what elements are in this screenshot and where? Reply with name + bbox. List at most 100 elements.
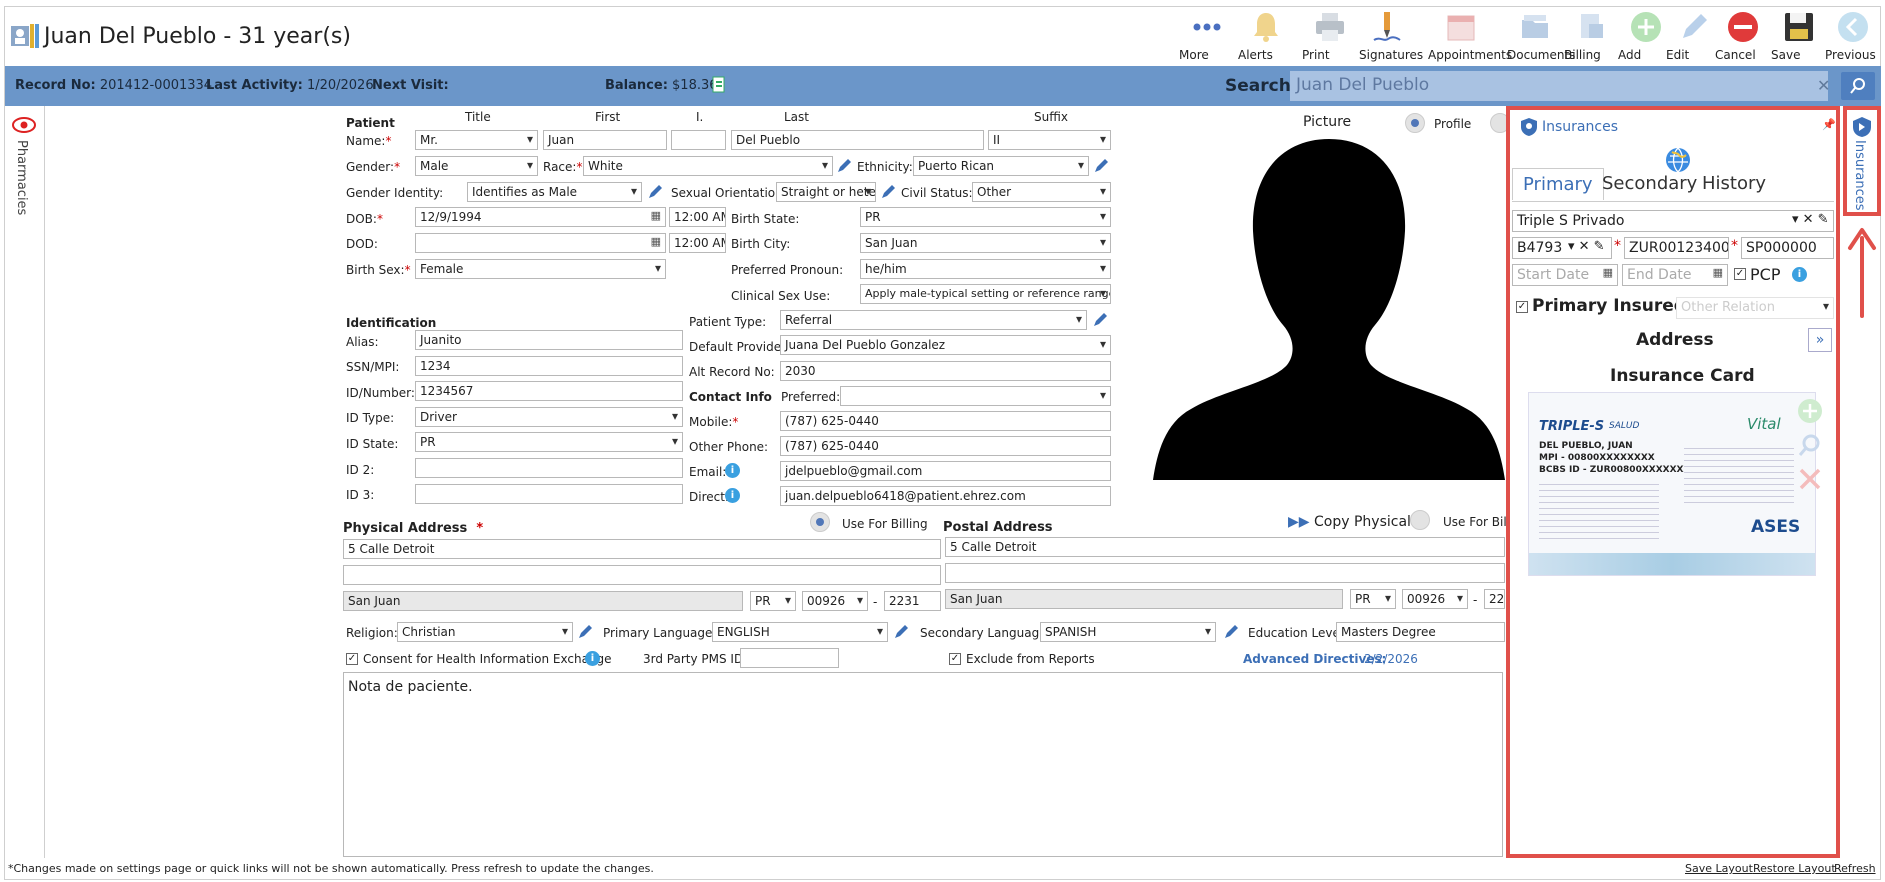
search-clear-icon[interactable]: ✕ xyxy=(1817,76,1830,95)
insurance-plan-select[interactable]: Triple S Privado xyxy=(1512,210,1834,232)
secondary-language-edit-icon[interactable] xyxy=(1223,624,1239,640)
gender-identity-select[interactable]: Identifies as Male xyxy=(467,182,642,202)
idtype-select[interactable]: Driver xyxy=(415,407,683,427)
direct-info-icon[interactable]: i xyxy=(725,488,740,503)
birth-sex-select[interactable]: Female xyxy=(415,259,666,279)
dob-time-input[interactable]: 12:00 AM xyxy=(669,207,726,227)
pin-icon[interactable]: 📌 xyxy=(1822,118,1836,131)
suffix-select[interactable]: II xyxy=(988,130,1111,150)
member-id-input[interactable]: ZUR001234000 xyxy=(1624,237,1729,259)
mobile-input[interactable]: (787) 625-0440 xyxy=(780,411,1111,431)
dod-input[interactable] xyxy=(415,233,666,253)
dob-input[interactable]: 12/9/1994 xyxy=(415,207,666,227)
print-button[interactable]: Print xyxy=(1302,8,1358,64)
birth-city-select[interactable]: San Juan xyxy=(860,233,1111,253)
postal-zip-ext-input[interactable]: 223 xyxy=(1484,589,1505,609)
physical-zip-ext-input[interactable]: 2231 xyxy=(884,591,941,611)
expand-address-button[interactable]: » xyxy=(1808,328,1832,352)
initial-input[interactable] xyxy=(671,130,726,150)
physical-line2-input[interactable] xyxy=(343,565,941,585)
alt-record-input[interactable]: 2030 xyxy=(780,361,1111,381)
profile-silhouette-image[interactable] xyxy=(1153,137,1505,480)
physical-city-input[interactable]: San Juan xyxy=(343,591,743,611)
billing-button[interactable]: Billing xyxy=(1564,8,1620,64)
primary-language-edit-icon[interactable] xyxy=(893,624,909,640)
profile-radio[interactable] xyxy=(1405,113,1425,133)
edit-button[interactable]: Edit xyxy=(1666,8,1722,64)
email-input[interactable]: jdelpueblo@gmail.com xyxy=(780,461,1111,481)
pcp-info-icon[interactable]: i xyxy=(1792,267,1807,282)
code-actions-icon[interactable]: ▾ ✕ ✎ xyxy=(1568,239,1605,254)
secondary-language-select[interactable]: SPANISH xyxy=(1040,622,1216,642)
save-layout-link[interactable]: Save Layout xyxy=(1685,862,1753,875)
email-info-icon[interactable]: i xyxy=(725,463,740,478)
pms-input[interactable] xyxy=(740,648,839,668)
other-relation-select[interactable]: Other Relation xyxy=(1676,297,1834,319)
postal-use-billing-radio[interactable] xyxy=(1410,510,1430,530)
end-date-input[interactable]: End Date xyxy=(1622,264,1728,286)
gender-identity-edit-icon[interactable] xyxy=(647,184,663,200)
idstate-select[interactable]: PR xyxy=(415,432,683,452)
exclude-checkbox[interactable]: ✓ xyxy=(949,653,961,665)
civil-status-select[interactable]: Other xyxy=(972,182,1111,202)
alerts-button[interactable]: Alerts xyxy=(1238,8,1294,64)
religion-edit-icon[interactable] xyxy=(577,624,593,640)
cancel-button[interactable]: Cancel xyxy=(1715,8,1771,64)
other-phone-input[interactable]: (787) 625-0440 xyxy=(780,436,1111,456)
group-input[interactable]: SP000000 xyxy=(1741,237,1834,259)
ethnicity-select[interactable]: Puerto Rican xyxy=(913,156,1089,176)
preferred-select[interactable] xyxy=(840,386,1111,406)
refresh-link[interactable]: Refresh xyxy=(1834,862,1876,875)
pronoun-select[interactable]: he/him xyxy=(860,259,1111,279)
provider-select[interactable]: Juana Del Pueblo Gonzalez xyxy=(780,335,1111,355)
postal-line2-input[interactable] xyxy=(945,563,1505,583)
last-name-input[interactable]: Del Pueblo xyxy=(731,130,984,150)
restore-layout-link[interactable]: Restore Layout xyxy=(1753,862,1836,875)
tab-secondary[interactable]: Secondary xyxy=(1592,168,1707,199)
title-select[interactable]: Mr. xyxy=(415,130,538,150)
orientation-select[interactable]: Straight or hete xyxy=(776,182,876,202)
gender-select[interactable]: Male xyxy=(415,156,538,176)
copy-physical-link[interactable]: ▶▶ Copy Physical xyxy=(1288,514,1411,530)
tab-history[interactable]: History xyxy=(1692,168,1776,199)
dod-time-input[interactable]: 12:00 AM xyxy=(669,233,726,253)
search-button[interactable] xyxy=(1841,72,1875,100)
consent-checkbox[interactable]: ✓ xyxy=(346,653,358,665)
plan-dropdown-icon[interactable]: ▾ ✕ ✎ xyxy=(1792,212,1829,227)
delete-card-icon[interactable] xyxy=(1797,466,1823,492)
first-name-input[interactable]: Juan xyxy=(543,130,667,150)
pcp-checkbox[interactable]: ✓ xyxy=(1734,268,1746,280)
ssn-input[interactable]: 1234 xyxy=(415,356,683,376)
race-select[interactable]: White xyxy=(583,156,833,176)
start-date-input[interactable]: Start Date xyxy=(1512,264,1618,286)
appointments-button[interactable]: Appointments xyxy=(1428,8,1512,64)
balance-detail-icon[interactable] xyxy=(711,76,727,94)
race-edit-icon[interactable] xyxy=(836,158,852,174)
birth-state-select[interactable]: PR xyxy=(860,207,1111,227)
patient-type-select[interactable]: Referral xyxy=(780,310,1087,330)
search-input[interactable]: Juan Del Pueblo xyxy=(1290,71,1828,101)
more-button[interactable]: More xyxy=(1179,8,1235,64)
insurance-card-image[interactable]: TRIPLE-S SALUD DEL PUEBLO, JUAN MPI - 00… xyxy=(1528,392,1816,576)
postal-zip-select[interactable]: 00926 xyxy=(1402,589,1468,609)
id2-input[interactable] xyxy=(415,458,683,478)
alias-input[interactable]: Juanito xyxy=(415,330,683,350)
physical-state-select[interactable]: PR xyxy=(750,591,796,611)
idnum-input[interactable]: 1234567 xyxy=(415,381,683,401)
primary-insured-checkbox[interactable]: ✓ xyxy=(1516,301,1528,313)
add-card-icon[interactable] xyxy=(1797,398,1823,424)
consent-info-icon[interactable]: i xyxy=(585,651,600,666)
eye-icon[interactable] xyxy=(12,116,36,134)
physical-line1-input[interactable]: 5 Calle Detroit xyxy=(343,539,941,559)
clinical-sex-select[interactable]: Apply male-typical setting or reference … xyxy=(860,284,1111,304)
direct-input[interactable]: juan.delpueblo6418@patient.ehrez.com xyxy=(780,486,1111,506)
orientation-edit-icon[interactable] xyxy=(880,184,896,200)
tab-primary[interactable]: Primary xyxy=(1512,168,1604,200)
postal-state-select[interactable]: PR xyxy=(1350,589,1396,609)
patient-notes-textarea[interactable]: Nota de paciente. xyxy=(343,672,1503,857)
postal-city-input[interactable]: San Juan xyxy=(945,589,1343,609)
ethnicity-edit-icon[interactable] xyxy=(1093,158,1109,174)
zoom-card-icon[interactable] xyxy=(1797,432,1823,458)
religion-select[interactable]: Christian xyxy=(397,622,573,642)
id3-input[interactable] xyxy=(415,484,683,504)
